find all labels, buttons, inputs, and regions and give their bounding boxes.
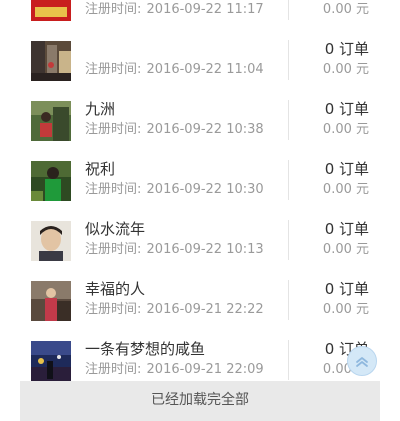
user-name: 祝利 xyxy=(85,160,116,178)
divider xyxy=(288,220,289,260)
registration-time: 注册时间: 2016-09-21 22:09 xyxy=(85,362,264,378)
registration-timestamp: 2016-09-22 10:30 xyxy=(146,182,264,197)
divider xyxy=(288,280,289,320)
list-item[interactable]: 似水流年 注册时间: 2016-09-22 10:13 0 订单 0.00 元 xyxy=(0,210,400,270)
order-amount: 0.00 元 xyxy=(322,62,369,77)
order-amount: 0.00 元 xyxy=(322,302,369,317)
registration-label: 注册时间: xyxy=(85,182,142,197)
list-item[interactable]: 注册时间: 2016-09-22 11:04 0 订单 0.00 元 xyxy=(0,30,400,90)
registration-label: 注册时间: xyxy=(85,302,142,317)
registration-timestamp: 2016-09-21 22:22 xyxy=(146,302,264,317)
registration-label: 注册时间: xyxy=(85,362,142,377)
registration-time: 注册时间: 2016-09-22 10:13 xyxy=(85,242,264,258)
registration-time: 注册时间: 2016-09-22 10:38 xyxy=(85,122,264,138)
divider xyxy=(288,40,289,80)
user-name: 似水流年 xyxy=(85,220,146,238)
registration-timestamp: 2016-09-22 10:13 xyxy=(146,242,264,257)
order-count: 0 订单 xyxy=(324,100,369,118)
list-item[interactable]: 幸福的人 注册时间: 2016-09-21 22:22 0 订单 0.00 元 xyxy=(0,270,400,330)
order-count: 0 订单 xyxy=(324,160,369,178)
registration-label: 注册时间: xyxy=(85,242,142,257)
order-amount: 0.00 元 xyxy=(322,182,369,197)
user-name: 一条有梦想的咸鱼 xyxy=(85,340,206,358)
load-complete-footer: 已经加载完全部 xyxy=(20,381,380,421)
divider xyxy=(288,100,289,140)
registration-timestamp: 2016-09-21 22:09 xyxy=(146,362,264,377)
list-item[interactable]: 注册时间: 2016-09-22 11:17 0.00 元 xyxy=(0,0,400,30)
order-amount: 0.00 元 xyxy=(322,122,369,137)
avatar xyxy=(31,41,71,81)
divider xyxy=(288,0,289,20)
registration-label: 注册时间: xyxy=(85,62,142,77)
registration-time: 注册时间: 2016-09-21 22:22 xyxy=(85,302,264,318)
avatar xyxy=(31,341,71,381)
list-item[interactable]: 九洲 注册时间: 2016-09-22 10:38 0 订单 0.00 元 xyxy=(0,90,400,150)
avatar xyxy=(31,101,71,141)
user-list: 注册时间: 2016-09-22 11:17 0.00 元 注册时间: 2016… xyxy=(0,0,400,390)
order-count: 0 订单 xyxy=(324,280,369,298)
order-amount: 0.00 元 xyxy=(322,242,369,257)
avatar xyxy=(31,161,71,201)
list-item[interactable]: 祝利 注册时间: 2016-09-22 10:30 0 订单 0.00 元 xyxy=(0,150,400,210)
order-count: 0 订单 xyxy=(324,220,369,238)
registration-time: 注册时间: 2016-09-22 11:17 xyxy=(85,2,264,18)
registration-time: 注册时间: 2016-09-22 10:30 xyxy=(85,182,264,198)
user-name: 九洲 xyxy=(85,100,116,118)
divider xyxy=(288,160,289,200)
avatar xyxy=(31,221,71,261)
registration-time: 注册时间: 2016-09-22 11:04 xyxy=(85,62,264,78)
order-amount: 0.00 元 xyxy=(322,2,369,17)
avatar xyxy=(31,0,71,21)
registration-timestamp: 2016-09-22 10:38 xyxy=(146,122,264,137)
registration-timestamp: 2016-09-22 11:04 xyxy=(146,62,264,77)
user-name: 幸福的人 xyxy=(85,280,146,298)
order-count: 0 订单 xyxy=(324,40,369,58)
divider xyxy=(288,340,289,380)
registration-label: 注册时间: xyxy=(85,122,142,137)
registration-timestamp: 2016-09-22 11:17 xyxy=(146,2,264,17)
avatar xyxy=(31,281,71,321)
scroll-to-top-button[interactable] xyxy=(347,346,377,376)
double-chevron-up-icon xyxy=(356,357,368,367)
registration-label: 注册时间: xyxy=(85,2,142,17)
